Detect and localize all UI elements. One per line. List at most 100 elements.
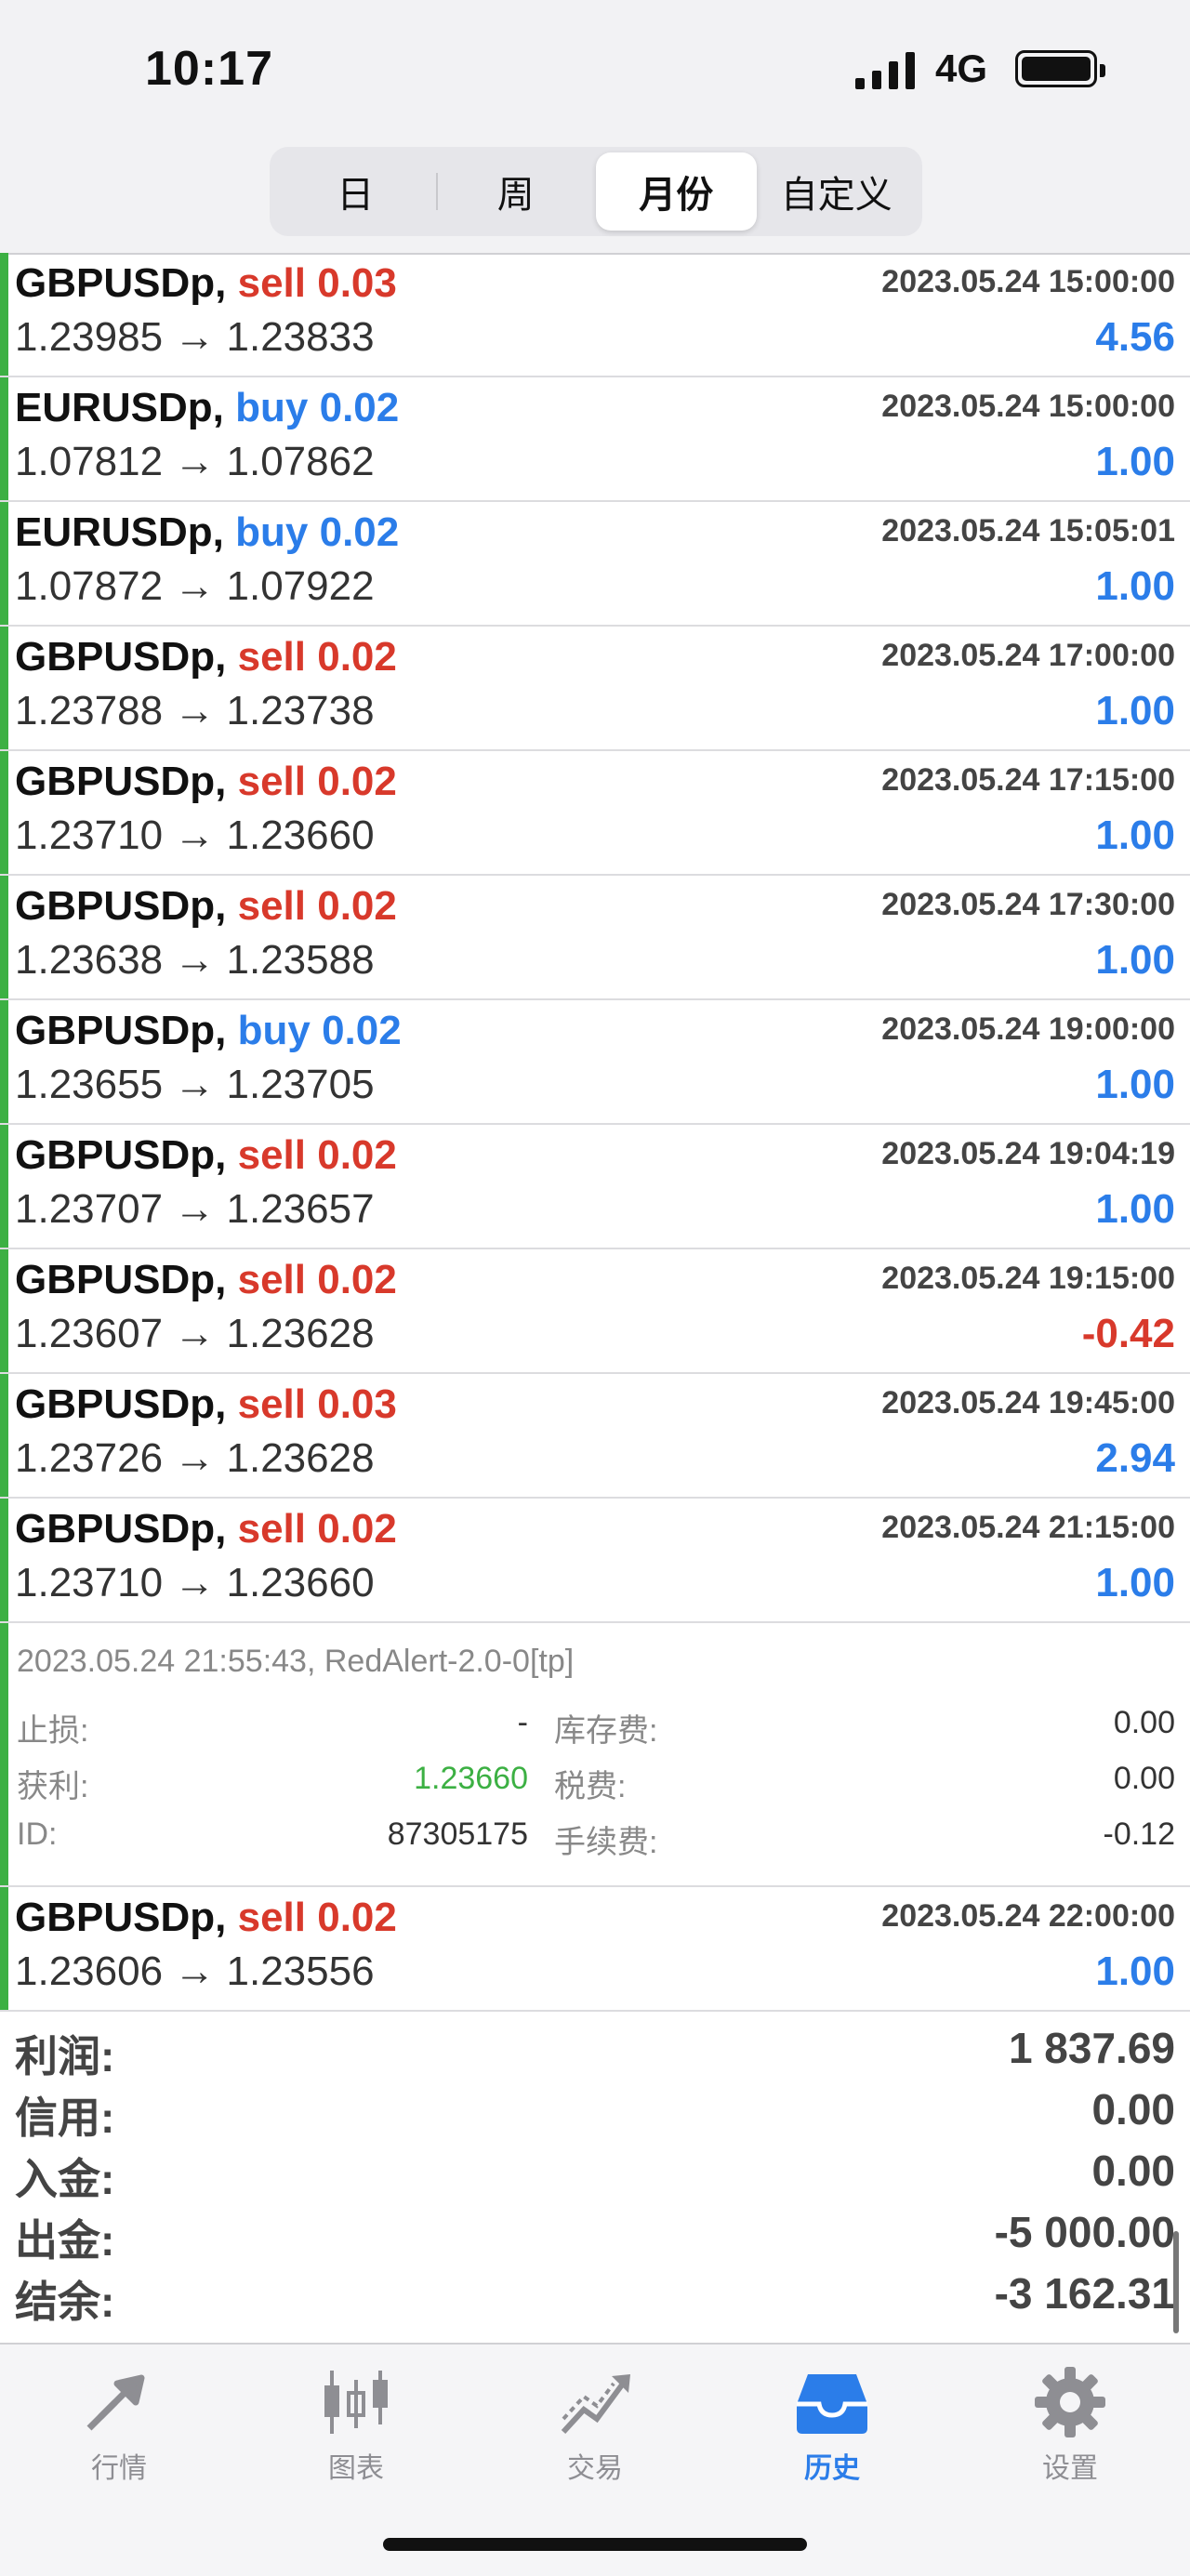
- summary-value: 1 837.69: [1008, 2024, 1175, 2072]
- deal-profit: 1.00: [1095, 439, 1175, 484]
- summary-label: 利润:: [15, 2032, 115, 2081]
- summary-row: 结余: -3 162.31: [0, 2261, 1190, 2326]
- deal-side: sell 0.02: [237, 1895, 397, 1940]
- deal-prices: 1.23710 → 1.23660: [15, 812, 375, 858]
- deal-prices: 1.07812 → 1.07862: [15, 439, 375, 484]
- summary-row: 信用: 0.00: [0, 2077, 1190, 2142]
- deal-datetime: 2023.05.24 15:05:01: [881, 513, 1175, 548]
- deal-row[interactable]: GBPUSDp, sell 0.02 2023.05.24 17:00:00 1.2…: [0, 627, 1190, 751]
- deal-side: sell 0.02: [237, 759, 397, 804]
- summary-label: 信用:: [15, 2094, 115, 2142]
- tab-chart[interactable]: 图表: [282, 2363, 430, 2484]
- deal-row[interactable]: GBPUSDp, sell 0.02 2023.05.24 19:15:00 1.2…: [0, 1249, 1190, 1374]
- deal-profit: 2.94: [1095, 1435, 1175, 1481]
- summary-value: 0.00: [1091, 2147, 1175, 2195]
- status-bar: 10:17 4G: [0, 0, 1190, 139]
- deal-datetime: 2023.05.24 19:04:19: [881, 1136, 1175, 1171]
- deal-side: sell 0.03: [237, 260, 397, 306]
- deal-row[interactable]: EURUSDp, buy 0.02 2023.05.24 15:00:00 1.07…: [0, 377, 1190, 502]
- summary-row: 入金: 0.00: [0, 2138, 1190, 2203]
- status-time: 10:17: [145, 42, 273, 96]
- deal-symbol: GBPUSDp,: [15, 260, 227, 306]
- period-segmented-control: 日 周 月份 自定义: [270, 147, 922, 236]
- deal-profit: 1.00: [1095, 1949, 1175, 1994]
- deal-profit: -0.42: [1081, 1311, 1175, 1356]
- deal-prices: 1.23985 → 1.23833: [15, 314, 375, 360]
- deal-row[interactable]: GBPUSDp, sell 0.02 2023.05.24 17:30:00 1.2…: [0, 876, 1190, 1000]
- deal-datetime: 2023.05.24 19:00:00: [881, 1011, 1175, 1047]
- deal-profit: 1.00: [1095, 1560, 1175, 1605]
- deal-side: buy 0.02: [235, 385, 400, 430]
- fee-value: -0.12: [1103, 1816, 1176, 1852]
- deal-side: sell 0.02: [237, 634, 397, 680]
- deal-datetime: 2023.05.24 15:00:00: [881, 264, 1175, 299]
- deal-datetime: 2023.05.24 15:00:00: [881, 389, 1175, 424]
- deal-prices: 1.23606 → 1.23556: [15, 1949, 375, 1994]
- scrollbar[interactable]: [1173, 2231, 1179, 2333]
- deal-row[interactable]: GBPUSDp, sell 0.02 2023.05.24 17:15:00 1.2…: [0, 751, 1190, 876]
- tab-day[interactable]: 日: [275, 152, 436, 231]
- take-profit-label: 获利:: [17, 1769, 89, 1804]
- deal-symbol: GBPUSDp,: [15, 1381, 227, 1427]
- deal-datetime: 2023.05.24 17:30:00: [881, 887, 1175, 922]
- deal-datetime: 2023.05.24 19:15:00: [881, 1261, 1175, 1296]
- tab-week[interactable]: 周: [435, 152, 597, 231]
- deal-side: sell 0.02: [237, 1257, 397, 1302]
- deal-prices: 1.23607 → 1.23628: [15, 1311, 375, 1356]
- deal-prices: 1.23726 → 1.23628: [15, 1435, 375, 1481]
- tab-custom[interactable]: 自定义: [757, 152, 918, 231]
- deal-side: buy 0.02: [237, 1008, 402, 1053]
- deal-row[interactable]: GBPUSDp, sell 0.02 2023.05.24 19:04:19 1.2…: [0, 1125, 1190, 1249]
- deal-side: sell 0.02: [237, 1506, 397, 1552]
- deal-profit: 1.00: [1095, 563, 1175, 609]
- tab-month[interactable]: 月份: [596, 152, 757, 231]
- home-indicator[interactable]: [383, 2538, 807, 2551]
- deal-prices: 1.23638 → 1.23588: [15, 937, 375, 983]
- period-header: 日 周 月份 自定义: [0, 139, 1190, 255]
- deal-symbol: EURUSDp,: [15, 385, 224, 430]
- deal-detail: 2023.05.24 21:55:43, RedAlert-2.0-0[tp] …: [0, 1623, 1190, 1887]
- deal-row[interactable]: GBPUSDp, buy 0.02 2023.05.24 19:00:00 1.23…: [0, 1000, 1190, 1125]
- stop-loss-value: -: [517, 1705, 528, 1740]
- deal-row-last[interactable]: GBPUSDp, sell 0.02 2023.05.24 22:00:00 1…: [0, 1887, 1190, 2012]
- history-icon: [797, 2374, 867, 2434]
- id-label: ID:: [17, 1816, 58, 1852]
- deal-symbol: GBPUSDp,: [15, 634, 227, 680]
- deal-prices: 1.23788 → 1.23738: [15, 688, 375, 733]
- tab-quotes[interactable]: 行情: [45, 2363, 193, 2484]
- deal-symbol: GBPUSDp,: [15, 883, 227, 929]
- fee-label: 手续费:: [554, 1825, 658, 1860]
- summary-value: 0.00: [1091, 2085, 1175, 2133]
- swap-value: 0.00: [1113, 1705, 1175, 1740]
- deal-profit: 1.00: [1095, 1186, 1175, 1232]
- deal-symbol: GBPUSDp,: [15, 759, 227, 804]
- summary-row: 利润: 1 837.69: [0, 2015, 1190, 2081]
- trade-icon: [561, 2374, 630, 2435]
- tab-trade[interactable]: 交易: [521, 2363, 669, 2484]
- gear-icon: [1035, 2367, 1105, 2437]
- tab-history[interactable]: 历史: [758, 2363, 906, 2484]
- deal-profit: 1.00: [1095, 1062, 1175, 1107]
- deal-datetime: 2023.05.24 22:00:00: [881, 1898, 1175, 1934]
- deal-symbol: GBPUSDp,: [15, 1008, 227, 1053]
- deal-symbol: GBPUSDp,: [15, 1132, 227, 1178]
- deal-datetime: 2023.05.24 21:15:00: [881, 1510, 1175, 1545]
- deal-comment: 2023.05.24 21:55:43, RedAlert-2.0-0[tp]: [17, 1644, 575, 1679]
- deal-datetime: 2023.05.24 19:45:00: [881, 1385, 1175, 1420]
- deal-prices: 1.23707 → 1.23657: [15, 1186, 375, 1232]
- deal-row[interactable]: GBPUSDp, sell 0.03 2023.05.24 19:45:00 1.2…: [0, 1374, 1190, 1499]
- summary-row: 出金: -5 000.00: [0, 2200, 1190, 2265]
- summary-label: 结余:: [15, 2278, 115, 2326]
- deal-row[interactable]: EURUSDp, buy 0.02 2023.05.24 15:05:01 1.07…: [0, 502, 1190, 627]
- summary-value: -5 000.00: [994, 2208, 1175, 2256]
- deal-row[interactable]: GBPUSDp, sell 0.03 2023.05.24 15:00:00 1.2…: [0, 253, 1190, 377]
- tab-settings[interactable]: 设置: [996, 2363, 1144, 2484]
- deal-symbol: EURUSDp,: [15, 509, 224, 555]
- deal-datetime: 2023.05.24 17:15:00: [881, 762, 1175, 798]
- id-value: 87305175: [387, 1816, 528, 1852]
- deal-row[interactable]: GBPUSDp, sell 0.02 2023.05.24 21:15:00 1.2…: [0, 1499, 1190, 1623]
- tax-value: 0.00: [1113, 1761, 1175, 1796]
- signal-icon: [855, 52, 915, 89]
- summary-label: 出金:: [15, 2216, 115, 2265]
- deal-side: sell 0.02: [237, 1132, 397, 1178]
